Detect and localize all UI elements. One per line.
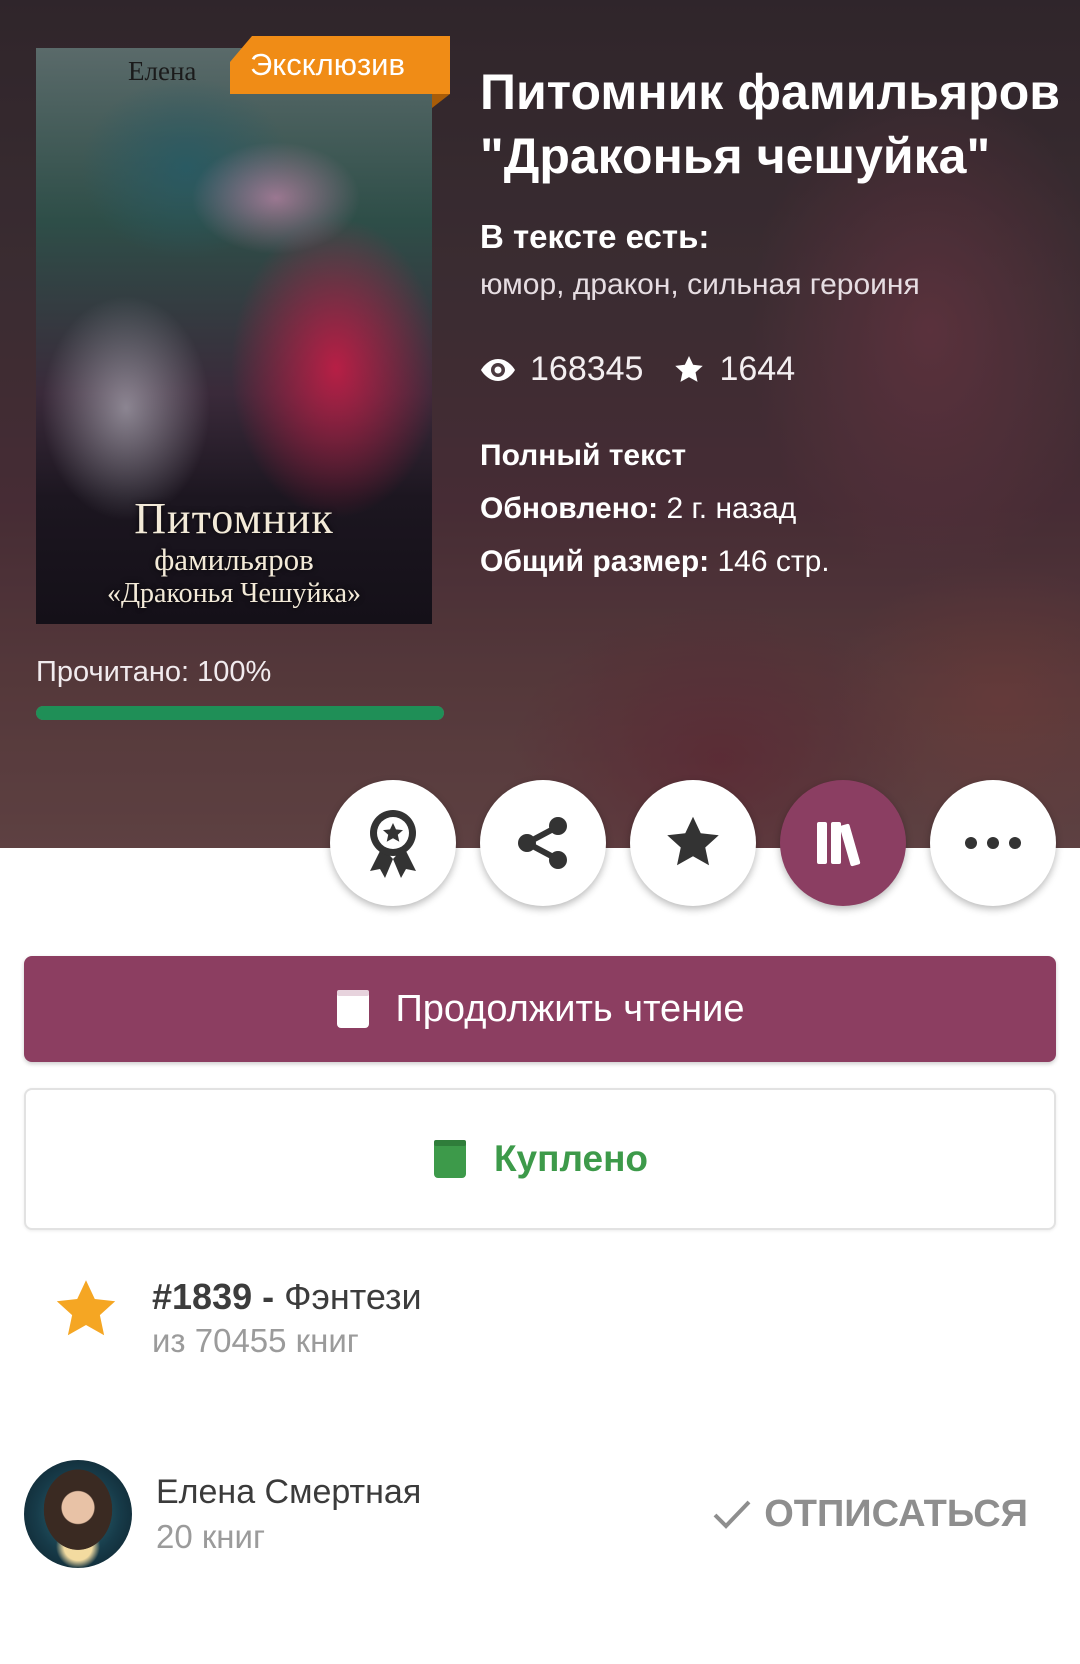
size-label: Общий размер: bbox=[480, 545, 710, 578]
award-icon bbox=[370, 810, 416, 878]
rank-text: #1839 - Фэнтези из 70455 книг bbox=[152, 1276, 422, 1360]
tags-heading: В тексте есть: bbox=[480, 218, 710, 255]
book-icon bbox=[433, 1140, 466, 1178]
cover-title-line3: «Драконья Чешуйка» bbox=[106, 578, 362, 609]
author-avatar[interactable] bbox=[24, 1460, 132, 1568]
continue-reading-button[interactable]: Продолжить чтение bbox=[24, 956, 1056, 1062]
book-stats: 168345 1644 bbox=[480, 350, 1060, 389]
star-icon bbox=[667, 816, 719, 866]
size-line: Общий размер: 146 стр. bbox=[480, 535, 1060, 588]
check-icon bbox=[713, 1500, 751, 1529]
tags-list: юмор, дракон, сильная героиня bbox=[480, 268, 920, 301]
book-actions bbox=[330, 780, 1080, 906]
read-progress-fill bbox=[36, 706, 444, 720]
author-books-count: 20 книг bbox=[156, 1517, 266, 1555]
author-info[interactable]: Елена Смертная 20 книг bbox=[156, 1473, 421, 1556]
book-icon bbox=[337, 990, 370, 1028]
book-info: Питомник фамильяров "Драконья чешуйка" В… bbox=[480, 60, 1060, 588]
book-status: Полный текст bbox=[480, 439, 687, 472]
library-icon bbox=[817, 822, 861, 867]
unsubscribe-label: ОТПИСАТЬСЯ bbox=[764, 1492, 1028, 1535]
cover-author-text: Елена bbox=[128, 56, 197, 86]
share-icon bbox=[518, 817, 567, 869]
continue-reading-label: Продолжить чтение bbox=[395, 987, 745, 1030]
book-meta: Полный текст Обновлено: 2 г. назад Общий… bbox=[480, 429, 1060, 588]
cover-title-line2: фамильяров bbox=[154, 542, 314, 577]
rank-star-icon bbox=[56, 1280, 116, 1336]
updated-value: 2 г. назад bbox=[666, 492, 797, 525]
rank-genre: Фэнтези bbox=[284, 1276, 422, 1317]
library-button[interactable] bbox=[780, 780, 906, 906]
book-cover[interactable]: Елена Питомник фамильяров «Драконья Чешу… bbox=[36, 48, 432, 624]
exclusive-badge-fold bbox=[432, 94, 450, 108]
size-value: 146 стр. bbox=[717, 545, 830, 578]
award-button[interactable] bbox=[330, 780, 456, 906]
unsubscribe-button[interactable]: ОТПИСАТЬСЯ bbox=[712, 1493, 1028, 1536]
read-progress-bar bbox=[36, 706, 444, 720]
rank-separator: - bbox=[252, 1276, 285, 1317]
updated-label: Обновлено: bbox=[480, 492, 659, 525]
rank-total: из 70455 книг bbox=[152, 1322, 359, 1359]
author-row: Елена Смертная 20 книг ОТПИСАТЬСЯ bbox=[24, 1460, 1056, 1568]
cover-title-line1: Питомник bbox=[134, 494, 334, 543]
likes-stat: 1644 bbox=[673, 350, 795, 389]
author-name: Елена Смертная bbox=[156, 1472, 422, 1511]
favorite-button[interactable] bbox=[630, 780, 756, 906]
star-icon bbox=[675, 355, 704, 382]
more-icon bbox=[965, 837, 1021, 849]
views-stat: 168345 bbox=[480, 350, 643, 389]
rank-number: #1839 bbox=[152, 1276, 253, 1317]
more-button[interactable] bbox=[930, 780, 1056, 906]
exclusive-badge: Эксклюзив bbox=[230, 36, 450, 94]
eye-icon bbox=[481, 358, 515, 381]
read-progress-label: Прочитано: 100% bbox=[36, 656, 272, 688]
book-title: Питомник фамильяров "Драконья чешуйка" bbox=[480, 64, 1061, 184]
rank-line: #1839 - Фэнтези bbox=[152, 1276, 422, 1318]
views-count: 168345 bbox=[530, 350, 644, 388]
share-button[interactable] bbox=[480, 780, 606, 906]
updated-line: Обновлено: 2 г. назад bbox=[480, 482, 1060, 535]
likes-count: 1644 bbox=[719, 350, 796, 388]
genre-rank[interactable]: #1839 - Фэнтези из 70455 книг bbox=[52, 1276, 422, 1360]
bought-button[interactable]: Куплено bbox=[24, 1088, 1056, 1230]
bought-label: Куплено bbox=[493, 1138, 649, 1179]
